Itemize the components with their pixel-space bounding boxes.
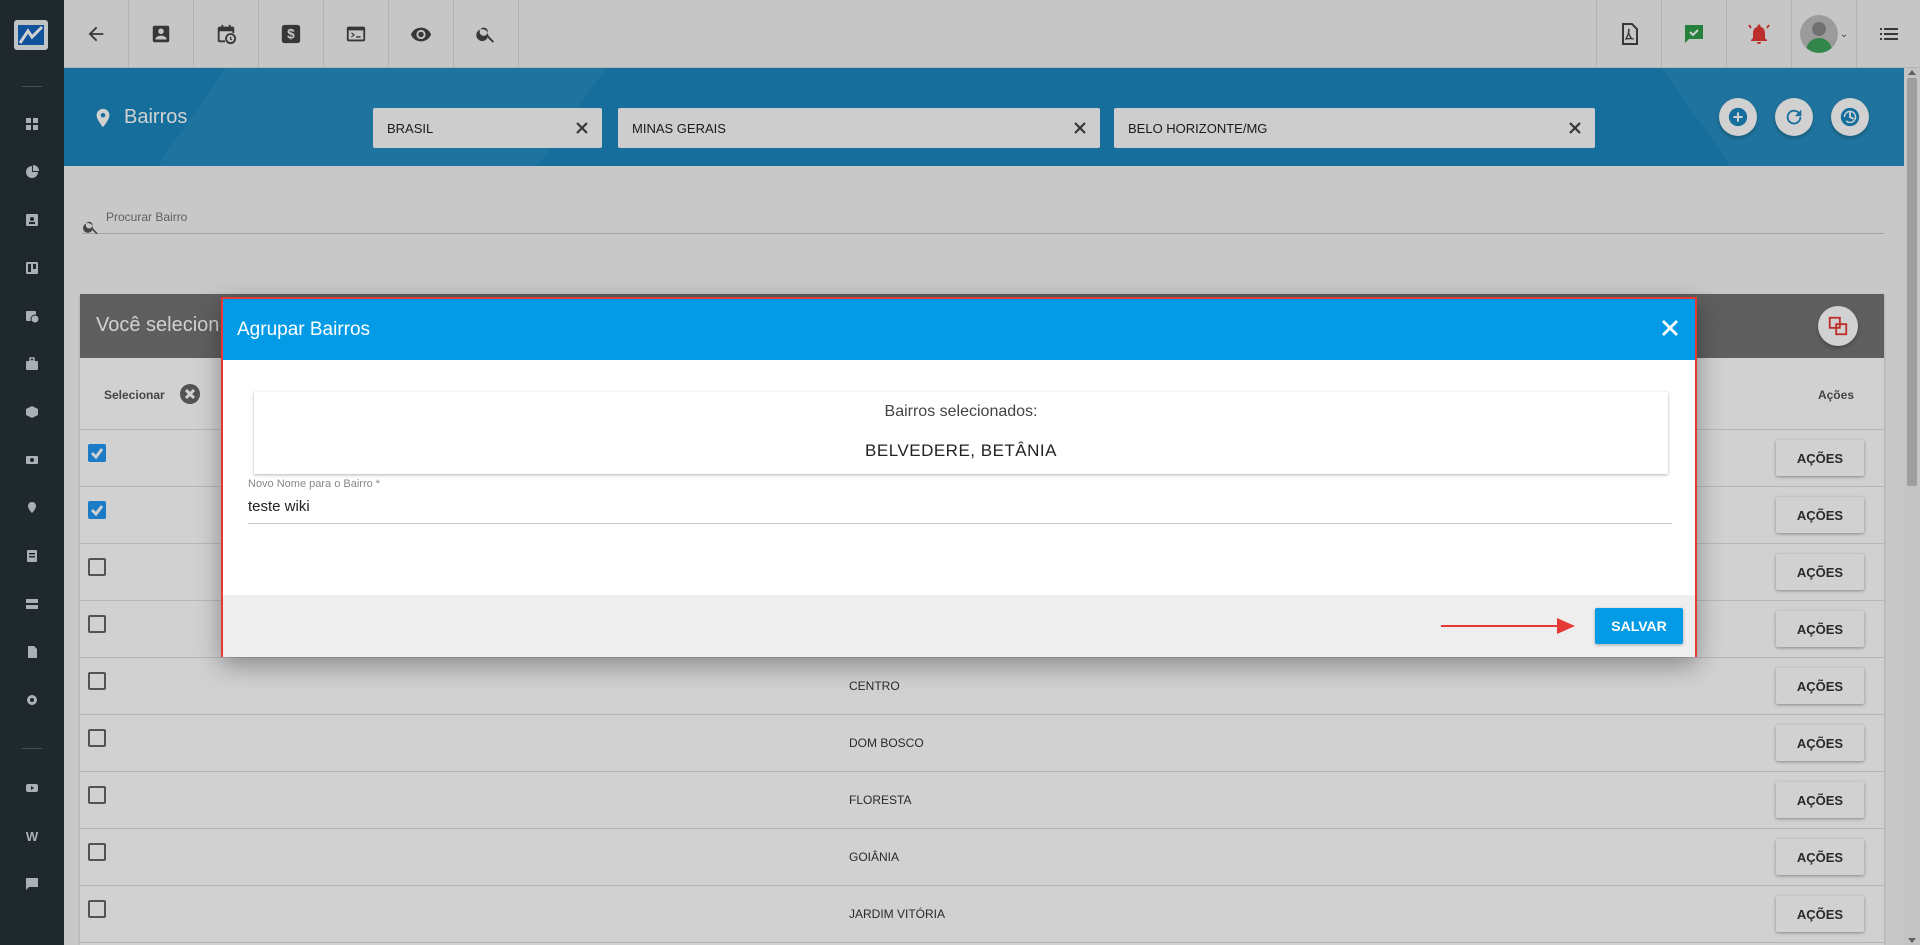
selected-bairros-label: Bairros selecionados: [884, 403, 1038, 420]
agrupar-bairros-dialog: Agrupar Bairros Bairros selecionados: BE… [221, 297, 1697, 657]
new-name-input[interactable] [248, 498, 1672, 515]
new-name-field: Novo Nome para o Bairro * [248, 478, 1672, 524]
save-button[interactable]: SALVAR [1595, 608, 1683, 644]
dialog-footer: SALVAR [223, 595, 1695, 657]
selected-bairros-box: Bairros selecionados: BELVEDERE, BETÂNIA [254, 392, 1668, 474]
dialog-header: Agrupar Bairros [223, 299, 1695, 360]
selected-bairros-names: BELVEDERE, BETÂNIA [865, 441, 1057, 460]
new-name-label: Novo Nome para o Bairro * [248, 478, 381, 490]
dialog-title: Agrupar Bairros [237, 319, 371, 340]
annotation-arrow [1441, 618, 1575, 634]
close-icon[interactable] [1659, 317, 1681, 339]
